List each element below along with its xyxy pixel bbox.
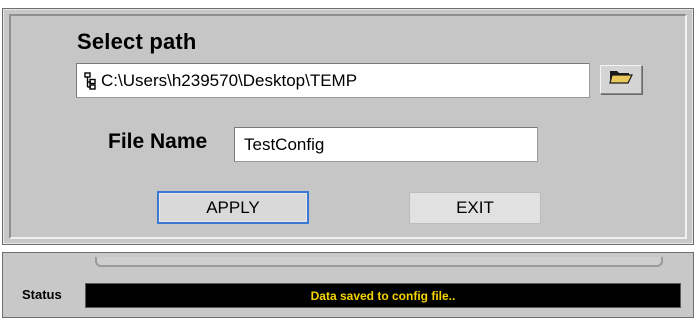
file-name-input[interactable]: TestConfig (234, 127, 538, 162)
path-field[interactable]: C:\Users\h239570\Desktop\TEMP (76, 63, 590, 98)
apply-button[interactable]: APPLY (157, 191, 309, 224)
panel-tab-edge (95, 257, 663, 267)
status-label: Status (22, 287, 62, 302)
file-name-label: File Name (108, 130, 208, 153)
exit-button[interactable]: EXIT (409, 192, 541, 224)
tree-path-icon (83, 71, 97, 90)
folder-open-icon (609, 69, 633, 90)
path-value: C:\Users\h239570\Desktop\TEMP (101, 70, 358, 90)
select-path-label: Select path (77, 29, 197, 54)
status-message: Data saved to config file.. (85, 283, 681, 308)
browse-folder-button[interactable] (600, 65, 642, 94)
